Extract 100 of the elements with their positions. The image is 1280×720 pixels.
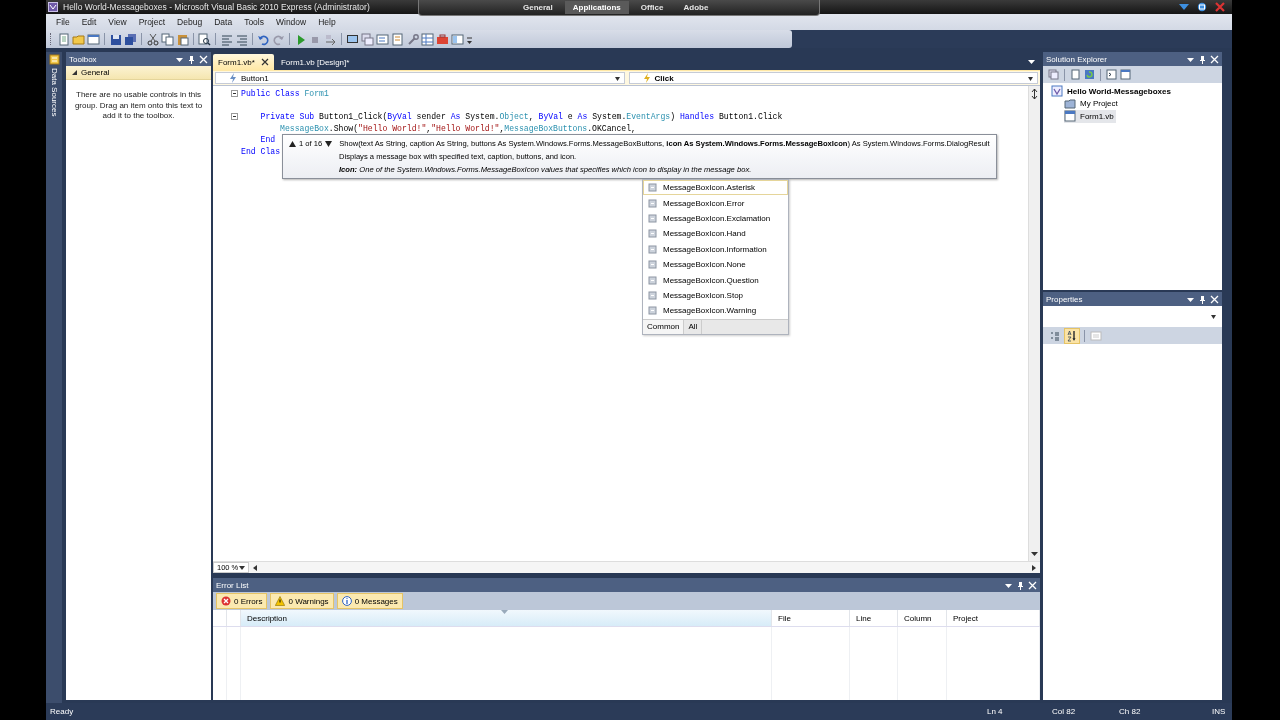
enum-member-icon bbox=[648, 213, 657, 223]
menu-item[interactable]: Help bbox=[312, 17, 342, 27]
list-tab[interactable]: All bbox=[684, 319, 703, 334]
solution-icon bbox=[1051, 85, 1063, 98]
empty-message: There are no usable controls in this group. Drag an item onto this text to add it to the toolbox. bbox=[73, 89, 204, 122]
menu-item[interactable]: Window bbox=[270, 17, 313, 27]
splitter-icon[interactable] bbox=[1030, 89, 1039, 99]
enum-member-icon bbox=[648, 229, 657, 239]
menu-item[interactable]: Tools bbox=[238, 17, 270, 27]
column-header[interactable]: Line bbox=[850, 610, 898, 626]
explorer-icon[interactable] bbox=[376, 32, 389, 46]
panel-title: Solution Explorer bbox=[1046, 54, 1107, 64]
designer-icon[interactable] bbox=[1120, 69, 1131, 80]
code-line: Private Sub Button1_Click(ByVal sender As System.Object, ByVal e As System.EventArgs) Handles Button1.Click bbox=[259, 112, 783, 122]
scrollbar[interactable] bbox=[1028, 86, 1040, 561]
scroll-arrow-icon[interactable] bbox=[251, 563, 259, 572]
completion-item[interactable]: MessageBoxIcon.Stop bbox=[643, 287, 788, 304]
document-icon[interactable] bbox=[57, 32, 70, 46]
triangle-icon[interactable] bbox=[1178, 2, 1190, 12]
pin-icon[interactable] bbox=[1016, 580, 1025, 590]
find-icon[interactable] bbox=[198, 32, 211, 46]
toolbox-icon[interactable] bbox=[436, 32, 449, 46]
launcher-tab[interactable]: General bbox=[515, 1, 561, 14]
wrench-icon[interactable] bbox=[406, 32, 419, 46]
caret-icon bbox=[239, 564, 245, 571]
column-header[interactable]: Description bbox=[241, 610, 772, 626]
menu-item[interactable]: Edit bbox=[75, 17, 103, 27]
list-tab[interactable]: Common bbox=[643, 319, 685, 334]
scissors-icon[interactable] bbox=[146, 32, 159, 46]
menu-item[interactable]: View bbox=[102, 17, 133, 27]
panel-title: Toolbox bbox=[69, 54, 97, 64]
monitor-icon[interactable] bbox=[346, 32, 359, 46]
menu-item[interactable]: Data bbox=[208, 17, 239, 27]
filter-button[interactable]: 0 Messages bbox=[336, 593, 403, 609]
folder-icon bbox=[1064, 97, 1076, 110]
document-icon[interactable] bbox=[1070, 69, 1081, 80]
copy-icon[interactable] bbox=[161, 32, 174, 46]
column-header[interactable]: Project bbox=[947, 610, 1040, 626]
close-icon[interactable] bbox=[260, 58, 269, 66]
lines-icon[interactable] bbox=[235, 32, 248, 46]
launcher-tab[interactable]: Office bbox=[632, 1, 672, 14]
object-dropdown[interactable]: Button1 bbox=[215, 72, 625, 84]
event-dropdown[interactable]: Click bbox=[628, 72, 1038, 84]
enum-member-icon bbox=[648, 198, 657, 208]
form-icon bbox=[1064, 110, 1076, 123]
collapse-triangle-icon[interactable] bbox=[71, 69, 78, 76]
collapse-box-icon[interactable] bbox=[231, 90, 238, 98]
down-arrow-icon[interactable] bbox=[325, 140, 333, 147]
properties-icon[interactable] bbox=[391, 32, 404, 46]
code-line: End bbox=[259, 135, 276, 145]
document-tab[interactable]: Form1.vb* bbox=[213, 54, 274, 70]
restore-icon[interactable] bbox=[1196, 2, 1208, 12]
enum-member-icon bbox=[648, 275, 657, 285]
sort-arrow-icon bbox=[501, 610, 508, 614]
document-tab[interactable]: Form1.vb [Design]* bbox=[275, 54, 355, 70]
filter-button[interactable]: 0 Warnings bbox=[270, 593, 334, 609]
warning-icon bbox=[275, 596, 286, 606]
completion-item[interactable]: MessageBoxIcon.None bbox=[643, 256, 788, 273]
menu-item[interactable]: Project bbox=[132, 17, 172, 27]
pin-icon[interactable] bbox=[1198, 54, 1207, 64]
completion-item[interactable]: MessageBoxIcon.Error bbox=[643, 195, 788, 211]
completion-item[interactable]: MessageBoxIcon.Hand bbox=[643, 226, 788, 242]
column-header[interactable]: File bbox=[772, 610, 850, 626]
tree-item[interactable]: Hello World-Messageboxes bbox=[1051, 85, 1173, 98]
disks-icon[interactable] bbox=[124, 32, 137, 46]
group-header[interactable]: General bbox=[66, 66, 211, 80]
tree-item[interactable]: Form1.vb bbox=[1064, 110, 1116, 123]
tree-item[interactable]: My Project bbox=[1064, 97, 1120, 110]
side-tab[interactable]: Data Sources bbox=[49, 68, 59, 117]
data-sources-icon[interactable] bbox=[48, 54, 60, 65]
app-icon bbox=[48, 2, 58, 12]
pin-icon[interactable] bbox=[1198, 294, 1207, 304]
menu-item[interactable]: File bbox=[50, 17, 76, 27]
completion-item[interactable]: MessageBoxIcon.Exclamation bbox=[643, 210, 788, 227]
completion-item[interactable]: MessageBoxIcon.Information bbox=[643, 241, 788, 257]
code-view-icon[interactable] bbox=[1106, 69, 1117, 80]
menu-item[interactable]: Debug bbox=[171, 17, 209, 27]
launcher-tab[interactable]: Applications bbox=[564, 1, 629, 14]
column-header[interactable]: Column bbox=[898, 610, 947, 626]
step-icon[interactable] bbox=[324, 32, 337, 46]
refresh-icon[interactable] bbox=[1084, 69, 1095, 80]
collapse-box-icon[interactable] bbox=[231, 113, 238, 121]
up-arrow-icon[interactable] bbox=[289, 140, 296, 147]
launcher-tab[interactable]: Adobe bbox=[675, 1, 717, 14]
caret-icon bbox=[1027, 74, 1034, 82]
completion-item[interactable]: MessageBoxIcon.Asterisk bbox=[643, 180, 788, 196]
grid-icon[interactable] bbox=[421, 32, 434, 46]
window-icon[interactable] bbox=[87, 32, 100, 46]
pin-icon[interactable] bbox=[187, 54, 196, 64]
clipboard-icon[interactable] bbox=[176, 32, 189, 46]
completion-item[interactable]: MessageBoxIcon.Warning bbox=[643, 303, 788, 319]
enum-member-icon bbox=[648, 306, 657, 316]
completion-item[interactable]: MessageBoxIcon.Question bbox=[643, 272, 788, 288]
panel-title: Properties bbox=[1046, 294, 1083, 304]
files-icon[interactable] bbox=[1048, 69, 1059, 80]
lines-icon[interactable] bbox=[220, 32, 233, 46]
filter-button[interactable]: 0 Errors bbox=[216, 593, 268, 609]
status-text: Col 82 bbox=[1052, 707, 1077, 716]
sort-az-icon[interactable] bbox=[1066, 329, 1078, 342]
status-text: Ready bbox=[49, 707, 75, 716]
